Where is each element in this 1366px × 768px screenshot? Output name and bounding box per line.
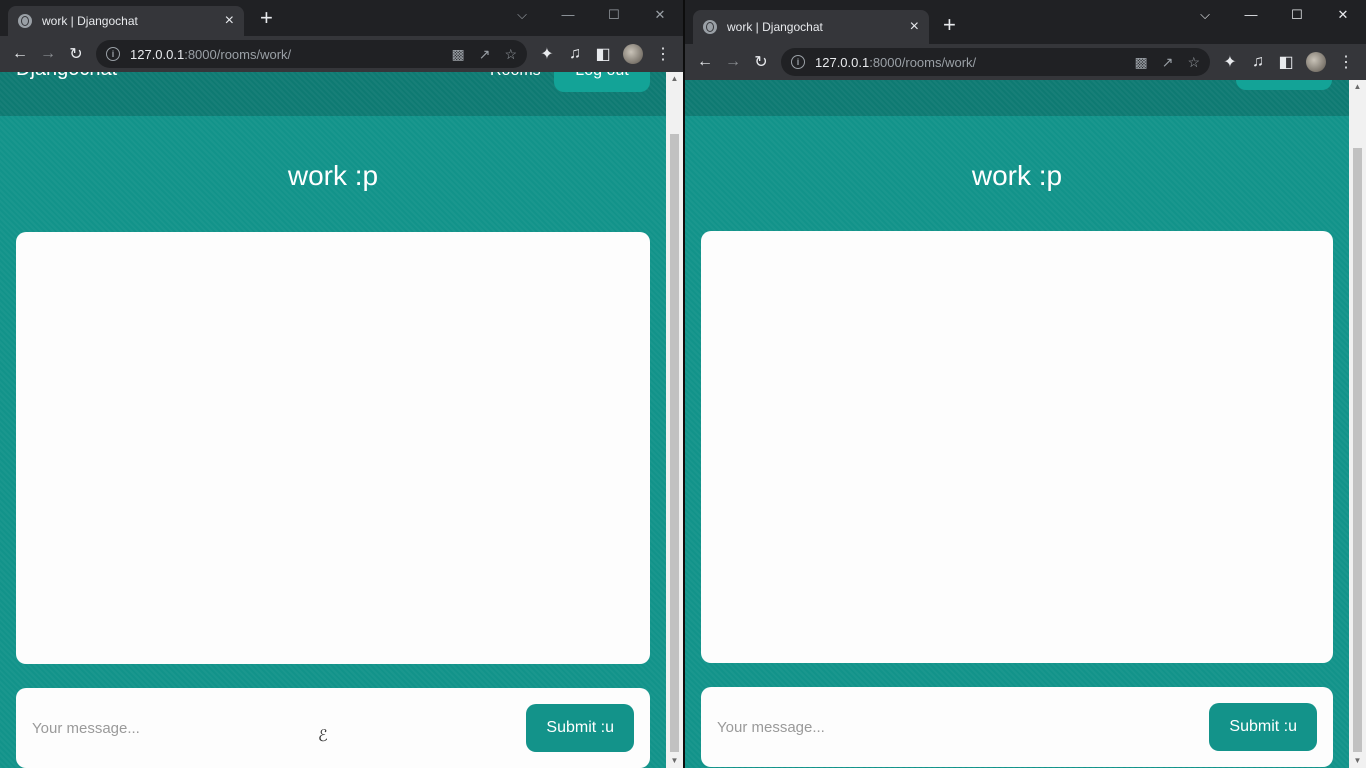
share-icon[interactable]: ↗ [479,46,491,63]
url-path: :8000/rooms/work/ [869,54,977,70]
tab-title: work | Djangochat [42,14,138,28]
browser-toolbar: ← → ↻ i 127.0.0.1:8000/rooms/work/ ▩ ↗ ☆… [0,36,683,72]
extensions-icon[interactable]: ✦ [1216,48,1244,76]
page-scrollbar[interactable]: ▲ ▼ [666,72,683,768]
scroll-down-icon[interactable]: ▼ [1349,754,1366,768]
scrollbar-thumb[interactable] [670,134,679,752]
url-host: 127.0.0.1 [815,54,870,70]
close-window-button[interactable]: ✕ [637,0,683,30]
url-text: 127.0.0.1:8000/rooms/work/ [815,55,1120,70]
logout-button[interactable] [1236,80,1332,90]
title-bar: work | Djangochat × + ⌵ — ☐ ✕ [0,0,683,36]
close-window-button[interactable]: ✕ [1320,0,1366,30]
browser-tab[interactable]: work | Djangochat × [8,6,244,36]
media-icon[interactable]: ♫ [1244,48,1272,76]
new-tab-button[interactable]: + [943,14,956,36]
message-input[interactable] [717,718,1210,736]
browser-tab[interactable]: work | Djangochat × [693,10,929,44]
url-host: 127.0.0.1 [130,46,185,62]
info-icon[interactable]: i [106,47,120,61]
address-bar[interactable]: i 127.0.0.1:8000/rooms/work/ ▩ ↗ ☆ [781,48,1210,76]
page-scrollbar[interactable]: ▲ ▼ [1349,80,1366,768]
site-navbar: Djangochat Rooms Log out [0,72,666,116]
tab-title: work | Djangochat [727,20,823,34]
browser-window-right: work | Djangochat × + ⌵ — ☐ ✕ ← → ↻ i 12… [685,0,1366,768]
media-icon[interactable]: ♫ [561,40,589,68]
maximize-button[interactable]: ☐ [1274,0,1320,30]
chat-messages [701,231,1333,663]
tab-search-icon[interactable]: ⌵ [499,0,545,30]
scroll-down-icon[interactable]: ▼ [666,754,683,768]
submit-button[interactable]: Submit :u [526,704,634,752]
translate-icon[interactable]: ▩ [451,46,464,63]
room-title: work :p [287,160,379,191]
text-cursor-icon: ℰ [318,728,328,745]
tab-close-icon[interactable]: × [910,19,919,35]
back-arrow-icon[interactable]: ← [6,40,34,68]
star-icon[interactable]: ☆ [504,46,517,63]
window-controls: ⌵ — ☐ ✕ [1182,0,1366,30]
profile-avatar[interactable] [1306,52,1326,72]
new-tab-button[interactable]: + [260,7,273,29]
side-panel-icon[interactable]: ◧ [589,40,617,68]
star-icon[interactable]: ☆ [1187,54,1200,71]
profile-avatar[interactable] [623,44,643,64]
menu-kebab-icon[interactable]: ⋮ [649,40,677,68]
reload-icon[interactable]: ↻ [747,48,775,76]
page-viewport: work :p Submit :u [685,80,1349,768]
site-navbar [685,80,1349,116]
scroll-up-icon[interactable]: ▲ [1349,80,1366,94]
address-bar[interactable]: i 127.0.0.1:8000/rooms/work/ ▩ ↗ ☆ [96,40,527,68]
tab-close-icon[interactable]: × [225,13,234,29]
scrollbar-thumb[interactable] [1353,148,1362,752]
back-arrow-icon[interactable]: ← [691,48,719,76]
url-path: :8000/rooms/work/ [184,46,292,62]
message-form: ℰ Submit :u [16,688,650,768]
menu-kebab-icon[interactable]: ⋮ [1332,48,1360,76]
translate-icon[interactable]: ▩ [1134,54,1147,71]
submit-button[interactable]: Submit :u [1209,703,1317,751]
message-input[interactable] [32,719,527,737]
tab-search-icon[interactable]: ⌵ [1182,0,1228,30]
maximize-button[interactable]: ☐ [591,0,637,30]
extensions-icon[interactable]: ✦ [533,40,561,68]
browser-window-left: work | Djangochat × + ⌵ — ☐ ✕ ← → ↻ i 12… [0,0,683,768]
chat-messages [16,232,650,664]
room-title: work :p [971,160,1063,191]
info-icon[interactable]: i [791,55,805,69]
side-panel-icon[interactable]: ◧ [1272,48,1300,76]
logout-button[interactable]: Log out [554,72,650,92]
globe-icon [18,14,32,28]
forward-arrow-icon[interactable]: → [34,40,62,68]
minimize-button[interactable]: — [1228,0,1274,30]
globe-icon [703,20,717,34]
rooms-link[interactable]: Rooms [490,72,541,80]
share-icon[interactable]: ↗ [1162,54,1174,71]
title-bar: work | Djangochat × + ⌵ — ☐ ✕ [685,0,1366,44]
message-form: Submit :u [701,687,1333,767]
forward-arrow-icon[interactable]: → [719,48,747,76]
scroll-up-icon[interactable]: ▲ [666,72,683,86]
minimize-button[interactable]: — [545,0,591,30]
page-viewport: Djangochat Rooms Log out work :p ℰ Submi… [0,72,666,768]
url-text: 127.0.0.1:8000/rooms/work/ [130,47,437,62]
brand-logo[interactable]: Djangochat [16,72,117,81]
browser-toolbar: ← → ↻ i 127.0.0.1:8000/rooms/work/ ▩ ↗ ☆… [685,44,1366,80]
reload-icon[interactable]: ↻ [62,40,90,68]
window-controls: ⌵ — ☐ ✕ [499,0,683,30]
